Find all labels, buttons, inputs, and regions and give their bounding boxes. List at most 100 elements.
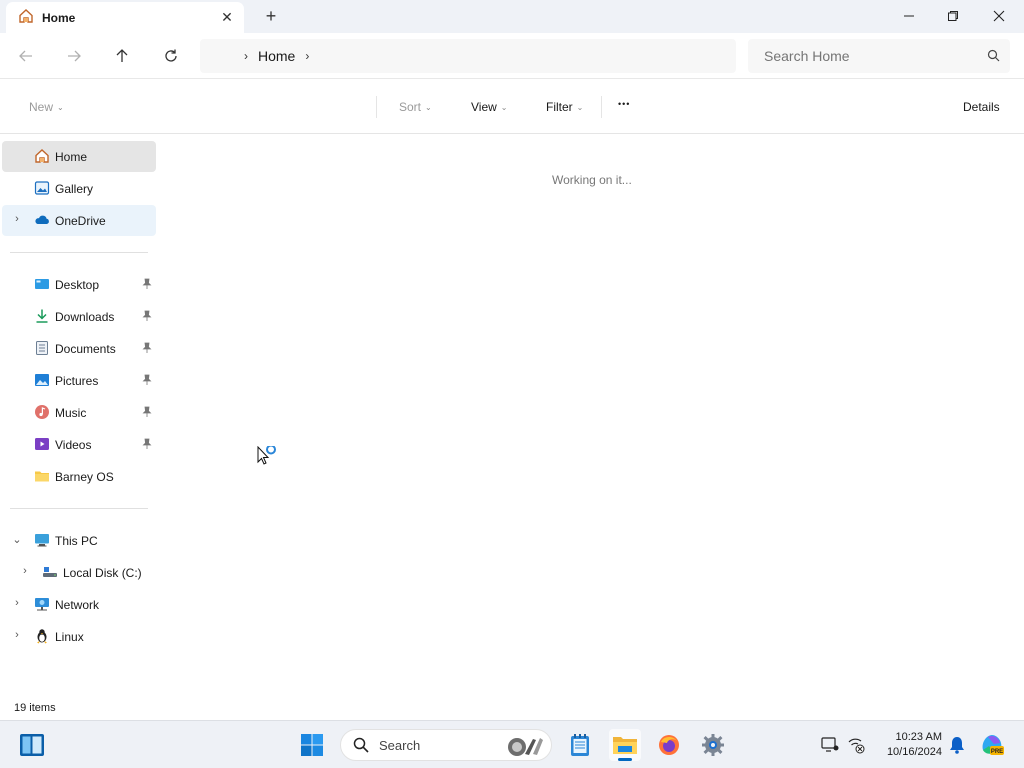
pin-icon[interactable] (142, 438, 152, 450)
documents-icon (34, 340, 50, 356)
home-icon (18, 8, 34, 27)
filter-button[interactable]: Filter ⌄ (546, 100, 583, 114)
details-button[interactable]: Details (963, 100, 1000, 114)
sort-button[interactable]: Sort ⌄ (399, 100, 432, 114)
more-options-button[interactable]: ••• (618, 99, 630, 109)
pin-icon[interactable] (142, 342, 152, 354)
active-indicator (618, 758, 632, 761)
settings-button[interactable] (697, 729, 729, 761)
divider (376, 96, 377, 118)
firefox-button[interactable] (653, 729, 685, 761)
file-explorer-icon (613, 737, 637, 754)
start-icon (301, 734, 323, 756)
pin-icon[interactable] (142, 278, 152, 290)
notepad-button[interactable] (564, 729, 596, 761)
display-icon (821, 737, 839, 752)
sidebar-item-label: Network (55, 597, 100, 612)
file-explorer-button[interactable] (609, 729, 641, 761)
sidebar-item-label: Linux (55, 629, 84, 644)
new-button[interactable]: New ⌄ (29, 100, 64, 114)
refresh-button[interactable] (159, 44, 183, 68)
back-button[interactable] (14, 44, 38, 68)
sidebar-item-barney-os[interactable]: Barney OS (2, 461, 156, 492)
address-bar[interactable]: › Home › (200, 39, 736, 73)
file-list-view[interactable]: Working on it... (158, 135, 1024, 719)
sidebar-item-linux[interactable]: › Linux (2, 621, 156, 652)
sidebar-item-label: Documents (55, 341, 116, 356)
sidebar-item-home[interactable]: Home (2, 141, 156, 172)
search-box[interactable] (748, 39, 1010, 73)
sidebar-item-music[interactable]: Music (2, 397, 156, 428)
navigation-pane: Home Gallery › OneDrive Desktop Download… (0, 135, 158, 719)
notifications-button[interactable] (941, 729, 973, 761)
sidebar-item-documents[interactable]: Documents (2, 333, 156, 364)
pin-icon[interactable] (142, 310, 152, 322)
sidebar-divider (10, 252, 148, 253)
status-item-count: 19 items (14, 702, 56, 714)
chevron-right-icon[interactable]: › (305, 49, 309, 63)
chevron-down-icon[interactable]: ⌄ (11, 533, 23, 547)
chevron-right-icon[interactable]: › (11, 213, 23, 227)
sidebar-item-local-disk[interactable]: › Local Disk (C:) (2, 557, 156, 588)
chevron-down-icon: ⌄ (57, 102, 64, 112)
linux-icon (34, 628, 50, 644)
network-disconnected-icon (848, 738, 865, 754)
sidebar-item-this-pc[interactable]: ⌄ This PC (2, 525, 156, 556)
sidebar-item-gallery[interactable]: Gallery (2, 173, 156, 204)
close-window-button[interactable] (976, 0, 1022, 32)
chevron-right-icon[interactable]: › (11, 597, 23, 611)
breadcrumb-home[interactable]: Home (258, 48, 295, 64)
search-highlight-icon (503, 734, 545, 761)
refresh-icon (165, 49, 177, 62)
copilot-button[interactable]: PRE (976, 729, 1008, 761)
network-tray-button[interactable] (840, 729, 872, 761)
view-label: View (471, 100, 497, 114)
sidebar-item-videos[interactable]: Videos (2, 429, 156, 460)
pc-icon (34, 532, 50, 548)
sidebar-item-label: Gallery (55, 181, 94, 196)
chevron-right-icon[interactable]: › (19, 565, 31, 579)
command-bar: New ⌄ Sort ⌄ View ⌄ Filter ⌄ ••• Details (0, 80, 1024, 134)
arrow-up-icon (116, 49, 128, 62)
chevron-right-icon[interactable]: › (244, 49, 248, 63)
loading-message: Working on it... (552, 173, 632, 187)
sidebar-item-label: This PC (55, 533, 98, 548)
new-tab-button[interactable]: + (262, 7, 280, 25)
title-bar: Home ✕ + (0, 0, 1024, 33)
minimize-button[interactable] (886, 0, 932, 32)
music-icon (34, 404, 50, 420)
clock[interactable]: 10:23 AM 10/16/2024 (874, 730, 942, 760)
pin-icon[interactable] (142, 374, 152, 386)
sidebar-item-label: Videos (55, 437, 92, 452)
folder-icon (34, 468, 50, 484)
sidebar-divider (10, 508, 148, 509)
taskbar-search[interactable]: Search (340, 729, 552, 761)
details-label: Details (963, 100, 1000, 114)
sidebar-item-network[interactable]: › Network (2, 589, 156, 620)
chevron-down-icon: ⌄ (576, 102, 584, 112)
sidebar-item-desktop[interactable]: Desktop (2, 269, 156, 300)
search-input[interactable] (764, 48, 974, 64)
divider (601, 96, 602, 118)
widgets-button[interactable] (16, 729, 48, 761)
taskbar-search-label: Search (379, 737, 421, 753)
notepad-icon (571, 734, 589, 756)
sidebar-item-onedrive[interactable]: › OneDrive (2, 205, 156, 236)
onedrive-icon (34, 212, 50, 228)
sidebar-item-label: Local Disk (C:) (63, 565, 142, 580)
close-tab-icon[interactable]: ✕ (220, 10, 234, 24)
view-button[interactable]: View ⌄ (471, 100, 508, 114)
new-label: New (29, 100, 54, 114)
restore-button[interactable] (930, 0, 976, 32)
up-button[interactable] (110, 44, 134, 68)
navigation-bar: › Home › (0, 33, 1024, 79)
start-button[interactable] (296, 729, 328, 761)
sidebar-item-label: Desktop (55, 277, 100, 292)
pin-icon[interactable] (142, 406, 152, 418)
sidebar-item-pictures[interactable]: Pictures (2, 365, 156, 396)
close-icon (993, 10, 1005, 22)
tab-home[interactable]: Home ✕ (6, 2, 244, 33)
sidebar-item-downloads[interactable]: Downloads (2, 301, 156, 332)
forward-button[interactable] (62, 44, 86, 68)
chevron-right-icon[interactable]: › (11, 629, 23, 643)
